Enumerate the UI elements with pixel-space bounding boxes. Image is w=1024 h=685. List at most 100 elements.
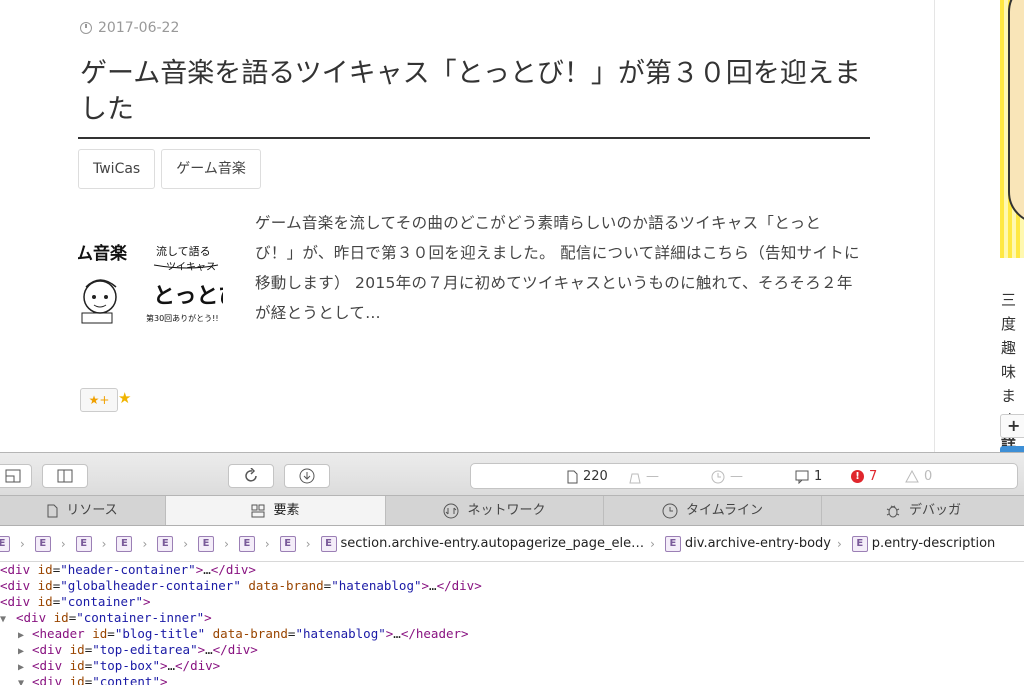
attr-value: "content"	[92, 674, 160, 685]
element-badge-icon[interactable]: E	[34, 535, 51, 552]
network-icon	[443, 503, 459, 518]
attr-name: data-brand	[248, 578, 324, 593]
chevron-right-icon: ›	[650, 536, 655, 551]
entry-description: ゲーム音楽を流してその曲のどこがどう素晴らしいのか語るツイキャス「とっとび！」が…	[255, 214, 860, 322]
tab-resources[interactable]: リソース	[0, 496, 166, 525]
closing-tag: </div>	[210, 562, 256, 577]
document-icon	[567, 470, 578, 483]
lines-count: 220	[583, 469, 608, 484]
element-badge-icon[interactable]: E	[0, 535, 10, 552]
time-value: —	[730, 469, 743, 484]
profile-image[interactable]	[1000, 0, 1024, 258]
dock-button[interactable]	[0, 464, 32, 488]
reload-button[interactable]	[228, 464, 274, 488]
tab-network[interactable]: ネットワーク	[386, 496, 604, 525]
tag-close-bracket: >	[421, 578, 430, 593]
attr-value: "hatenablog"	[295, 626, 386, 641]
attr-name: id	[53, 610, 69, 625]
log-icon	[795, 470, 809, 484]
dom-node-line[interactable]: ▶ <div id="top-box">…</div>	[0, 658, 1024, 674]
download-button[interactable]	[284, 464, 330, 488]
closing-tag: </header>	[400, 626, 469, 641]
dom-node-line[interactable]: ▶ <header id="blog-title" data-brand="hat…	[0, 626, 1024, 642]
element-badge-icon[interactable]: E	[238, 535, 255, 552]
disclosure-expanded-icon[interactable]: ▼	[0, 612, 16, 628]
tag-close-bracket: >	[197, 642, 206, 657]
tag-name: <div	[0, 562, 31, 577]
chevron-right-icon: ›	[305, 536, 311, 551]
elements-icon	[251, 504, 265, 517]
follow-plus-button[interactable]: +	[1000, 414, 1024, 438]
attr-name: id	[69, 658, 85, 673]
download-icon	[299, 468, 315, 484]
chevron-right-icon: ›	[836, 536, 842, 551]
attr-value: "top-box"	[92, 658, 160, 673]
resources-status[interactable]: —	[629, 469, 659, 484]
split-view-button[interactable]	[42, 464, 88, 488]
clock-icon	[711, 470, 725, 483]
logs-status[interactable]: 1	[795, 469, 822, 484]
tag-twicas[interactable]: TwiCas	[78, 149, 156, 189]
tag-game-music[interactable]: ゲーム音楽	[161, 149, 261, 189]
tag-name: <header	[32, 626, 85, 641]
activity-status-bar: 220 — — 1 ! 7 0	[470, 463, 1018, 489]
dock-icon	[5, 469, 21, 483]
dom-node-line[interactable]: ▶ <div id="top-editarea">…</div>	[0, 642, 1024, 658]
element-badge-icon[interactable]: E	[664, 535, 681, 552]
element-badge-icon[interactable]: E	[75, 535, 92, 552]
blog-page: 2017-06-22 ゲーム音楽を語るツイキャス「とっとび！」が第３０回を迎えま…	[0, 0, 1024, 452]
errors-status[interactable]: ! 7	[851, 469, 877, 484]
entry-thumbnail[interactable]: ム音楽 流して語る ツイキャス とっとび 第30回ありがとう!!	[78, 225, 223, 325]
entry-title[interactable]: ゲーム音楽を語るツイキャス「とっとび！」が第３０回を迎えました	[80, 56, 870, 128]
element-badge-icon[interactable]: E	[851, 535, 868, 552]
attr-name: id	[37, 594, 53, 609]
weight-icon	[629, 473, 641, 483]
dom-node-line[interactable]: <div id="container">	[0, 594, 1024, 610]
dom-node-line[interactable]: <div id="header-container">…</div>	[0, 562, 1024, 578]
entry-tags: TwiCas ゲーム音楽	[78, 149, 261, 189]
disclosure-expanded-icon[interactable]: ▼	[18, 676, 32, 685]
closing-tag: </div>	[212, 642, 258, 657]
element-badge-icon[interactable]: E	[157, 535, 174, 552]
breadcrumb-section[interactable]: section.archive-entry.autopagerize_page_…	[341, 536, 645, 551]
dom-node-line[interactable]: ▼ <div id="container-inner">	[0, 610, 1024, 626]
tag-close-bracket: >	[204, 610, 212, 625]
svg-text:ム音楽: ム音楽	[78, 243, 128, 264]
star-icon[interactable]: ★	[118, 389, 131, 407]
attr-value: "header-container"	[60, 562, 196, 577]
dom-tree[interactable]: <div id="header-container">…</div> <div i…	[0, 562, 1024, 685]
svg-text:第30回ありがとう!!: 第30回ありがとう!!	[146, 313, 219, 323]
add-star-button[interactable]: ★+	[80, 388, 118, 412]
tab-timeline[interactable]: タイムライン	[604, 496, 822, 525]
dom-node-line[interactable]: ▼ <div id="content">	[0, 674, 1024, 685]
entry-date-text: 2017-06-22	[98, 20, 180, 36]
tab-elements[interactable]: 要素	[166, 496, 386, 525]
tab-label: デバッガ	[908, 503, 961, 518]
breadcrumb-entry-description[interactable]: p.entry-description	[872, 536, 996, 551]
element-badge-icon[interactable]: E	[116, 535, 133, 552]
inspector-tab-bar: リソース 要素 ネットワーク タイムライン デバッガ	[0, 496, 1024, 526]
sidebar-divider	[934, 0, 935, 452]
element-badge-icon[interactable]: E	[198, 535, 215, 552]
chevron-right-icon: ›	[60, 536, 66, 551]
tab-label: タイムライン	[685, 503, 764, 518]
tag-name: <div	[0, 578, 31, 593]
collapsed-ellipsis: …	[167, 658, 176, 673]
warnings-status[interactable]: 0	[905, 469, 932, 484]
dom-node-line[interactable]: <div id="globalheader-container" data-br…	[0, 578, 1024, 594]
tab-debugger[interactable]: デバッガ	[822, 496, 1024, 525]
attr-name: id	[37, 578, 53, 593]
time-status[interactable]: —	[711, 469, 743, 484]
tag-name: <div	[16, 610, 47, 625]
tag-name: <div	[32, 674, 63, 685]
element-badge-icon[interactable]: E	[279, 535, 296, 552]
profile-line: 三度	[1001, 291, 1017, 333]
chevron-right-icon: ›	[101, 536, 107, 551]
element-badge-icon[interactable]: E	[320, 535, 337, 552]
breadcrumb-archive-entry-body[interactable]: div.archive-entry-body	[685, 536, 831, 551]
tag-close-bracket: >	[143, 594, 151, 609]
lines-status[interactable]: 220	[567, 469, 608, 484]
